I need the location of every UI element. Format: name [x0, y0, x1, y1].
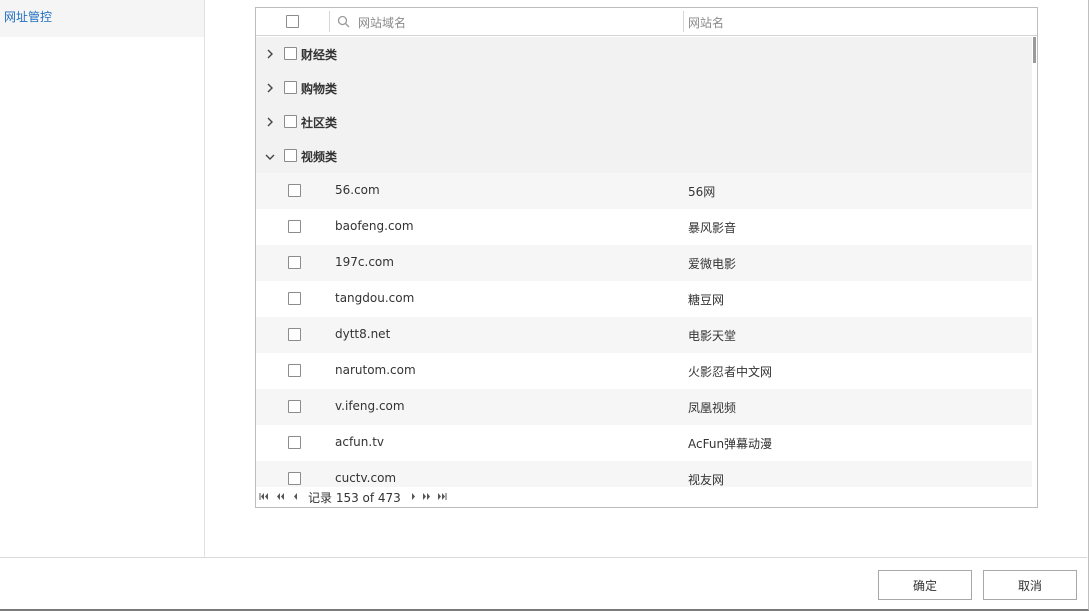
row-site-name: 56网: [688, 185, 716, 199]
group-label: 购物类: [301, 82, 338, 96]
group-checkbox[interactable]: [284, 115, 297, 128]
select-all-checkbox[interactable]: [286, 15, 299, 28]
row-site-name: 糖豆网: [688, 293, 725, 307]
row-site-name: 电影天堂: [688, 329, 737, 343]
first-page-icon[interactable]: [259, 492, 269, 501]
sidebar-item-label: 网址管控: [4, 10, 53, 24]
row-domain: acfun.tv: [335, 435, 385, 449]
group-label: 财经类: [301, 48, 338, 62]
row-domain: baofeng.com: [335, 219, 414, 233]
row-checkbox[interactable]: [288, 184, 301, 197]
table-row[interactable]: cuctv.com 视友网: [256, 461, 1032, 487]
scrollbar-thumb[interactable]: [1033, 37, 1036, 63]
group-row-video[interactable]: 视频类: [256, 139, 1032, 173]
row-site-name: 爱微电影: [688, 257, 737, 271]
row-site-name: 视友网: [688, 473, 725, 487]
next-group-icon[interactable]: [422, 492, 432, 501]
table-row[interactable]: 197c.com 爱微电影: [256, 245, 1032, 281]
row-domain: v.ifeng.com: [335, 399, 405, 413]
chevron-right-icon[interactable]: [265, 116, 275, 128]
group-row-finance[interactable]: 财经类: [256, 37, 1032, 71]
row-site-name: 暴风影音: [688, 221, 737, 235]
chevron-down-icon[interactable]: [265, 151, 275, 163]
table-row[interactable]: 56.com 56网: [256, 173, 1032, 209]
dialog-footer: 确定 取消: [0, 557, 1087, 609]
next-page-icon[interactable]: [408, 492, 418, 501]
header-separator: [683, 11, 684, 32]
row-checkbox[interactable]: [288, 292, 301, 305]
previous-page-icon[interactable]: [291, 492, 301, 501]
row-domain: cuctv.com: [335, 471, 397, 485]
row-site-name: 火影忍者中文网: [688, 365, 773, 379]
ok-button[interactable]: 确定: [878, 570, 972, 600]
table-row[interactable]: tangdou.com 糖豆网: [256, 281, 1032, 317]
group-checkbox[interactable]: [284, 81, 297, 94]
previous-group-icon[interactable]: [275, 492, 285, 501]
table-row[interactable]: dytt8.net 电影天堂: [256, 317, 1032, 353]
row-checkbox[interactable]: [288, 436, 301, 449]
group-checkbox[interactable]: [284, 149, 297, 162]
table-row[interactable]: v.ifeng.com 凤凰视频: [256, 389, 1032, 425]
row-checkbox[interactable]: [288, 220, 301, 233]
grid-body: 财经类 购物类 社区类 视频类 56.com 56网 baofeng.com 暴…: [256, 37, 1032, 487]
row-site-name: 凤凰视频: [688, 401, 737, 415]
row-checkbox[interactable]: [288, 328, 301, 341]
row-checkbox[interactable]: [288, 364, 301, 377]
grid-header: 网站域名 网站名: [256, 8, 1037, 36]
row-checkbox[interactable]: [288, 256, 301, 269]
table-row[interactable]: baofeng.com 暴风影音: [256, 209, 1032, 245]
table-row[interactable]: narutom.com 火影忍者中文网: [256, 353, 1032, 389]
last-page-icon[interactable]: [437, 492, 447, 501]
name-column-header[interactable]: 网站名: [688, 14, 724, 31]
search-icon: [337, 15, 350, 28]
row-site-name: AcFun弹幕动漫: [688, 437, 773, 451]
row-domain: narutom.com: [335, 363, 416, 377]
domain-column-header[interactable]: 网站域名: [358, 14, 406, 31]
table-row[interactable]: acfun.tv AcFun弹幕动漫: [256, 425, 1032, 461]
header-separator: [329, 11, 330, 32]
sidebar-item-url-control[interactable]: 网址管控: [0, 0, 204, 37]
group-checkbox[interactable]: [284, 47, 297, 60]
row-checkbox[interactable]: [288, 472, 301, 485]
vertical-scrollbar[interactable]: [1032, 37, 1037, 487]
chevron-right-icon[interactable]: [265, 48, 275, 60]
group-label: 社区类: [301, 116, 338, 130]
website-grid: 网站域名 网站名 财经类 购物类 社区类 视频类 56.com 56网 baof…: [255, 7, 1038, 508]
row-domain: 56.com: [335, 183, 380, 197]
record-counter: 记录 153 of 473: [308, 491, 401, 505]
chevron-right-icon[interactable]: [265, 82, 275, 94]
cancel-button[interactable]: 取消: [983, 570, 1077, 600]
group-row-shopping[interactable]: 购物类: [256, 71, 1032, 105]
row-domain: 197c.com: [335, 255, 394, 269]
group-label: 视频类: [301, 150, 338, 164]
group-row-community[interactable]: 社区类: [256, 105, 1032, 139]
row-checkbox[interactable]: [288, 400, 301, 413]
row-domain: tangdou.com: [335, 291, 415, 305]
sidebar: 网址管控: [0, 0, 205, 557]
pager: 记录 153 of 473: [256, 487, 1037, 507]
row-domain: dytt8.net: [335, 327, 391, 341]
